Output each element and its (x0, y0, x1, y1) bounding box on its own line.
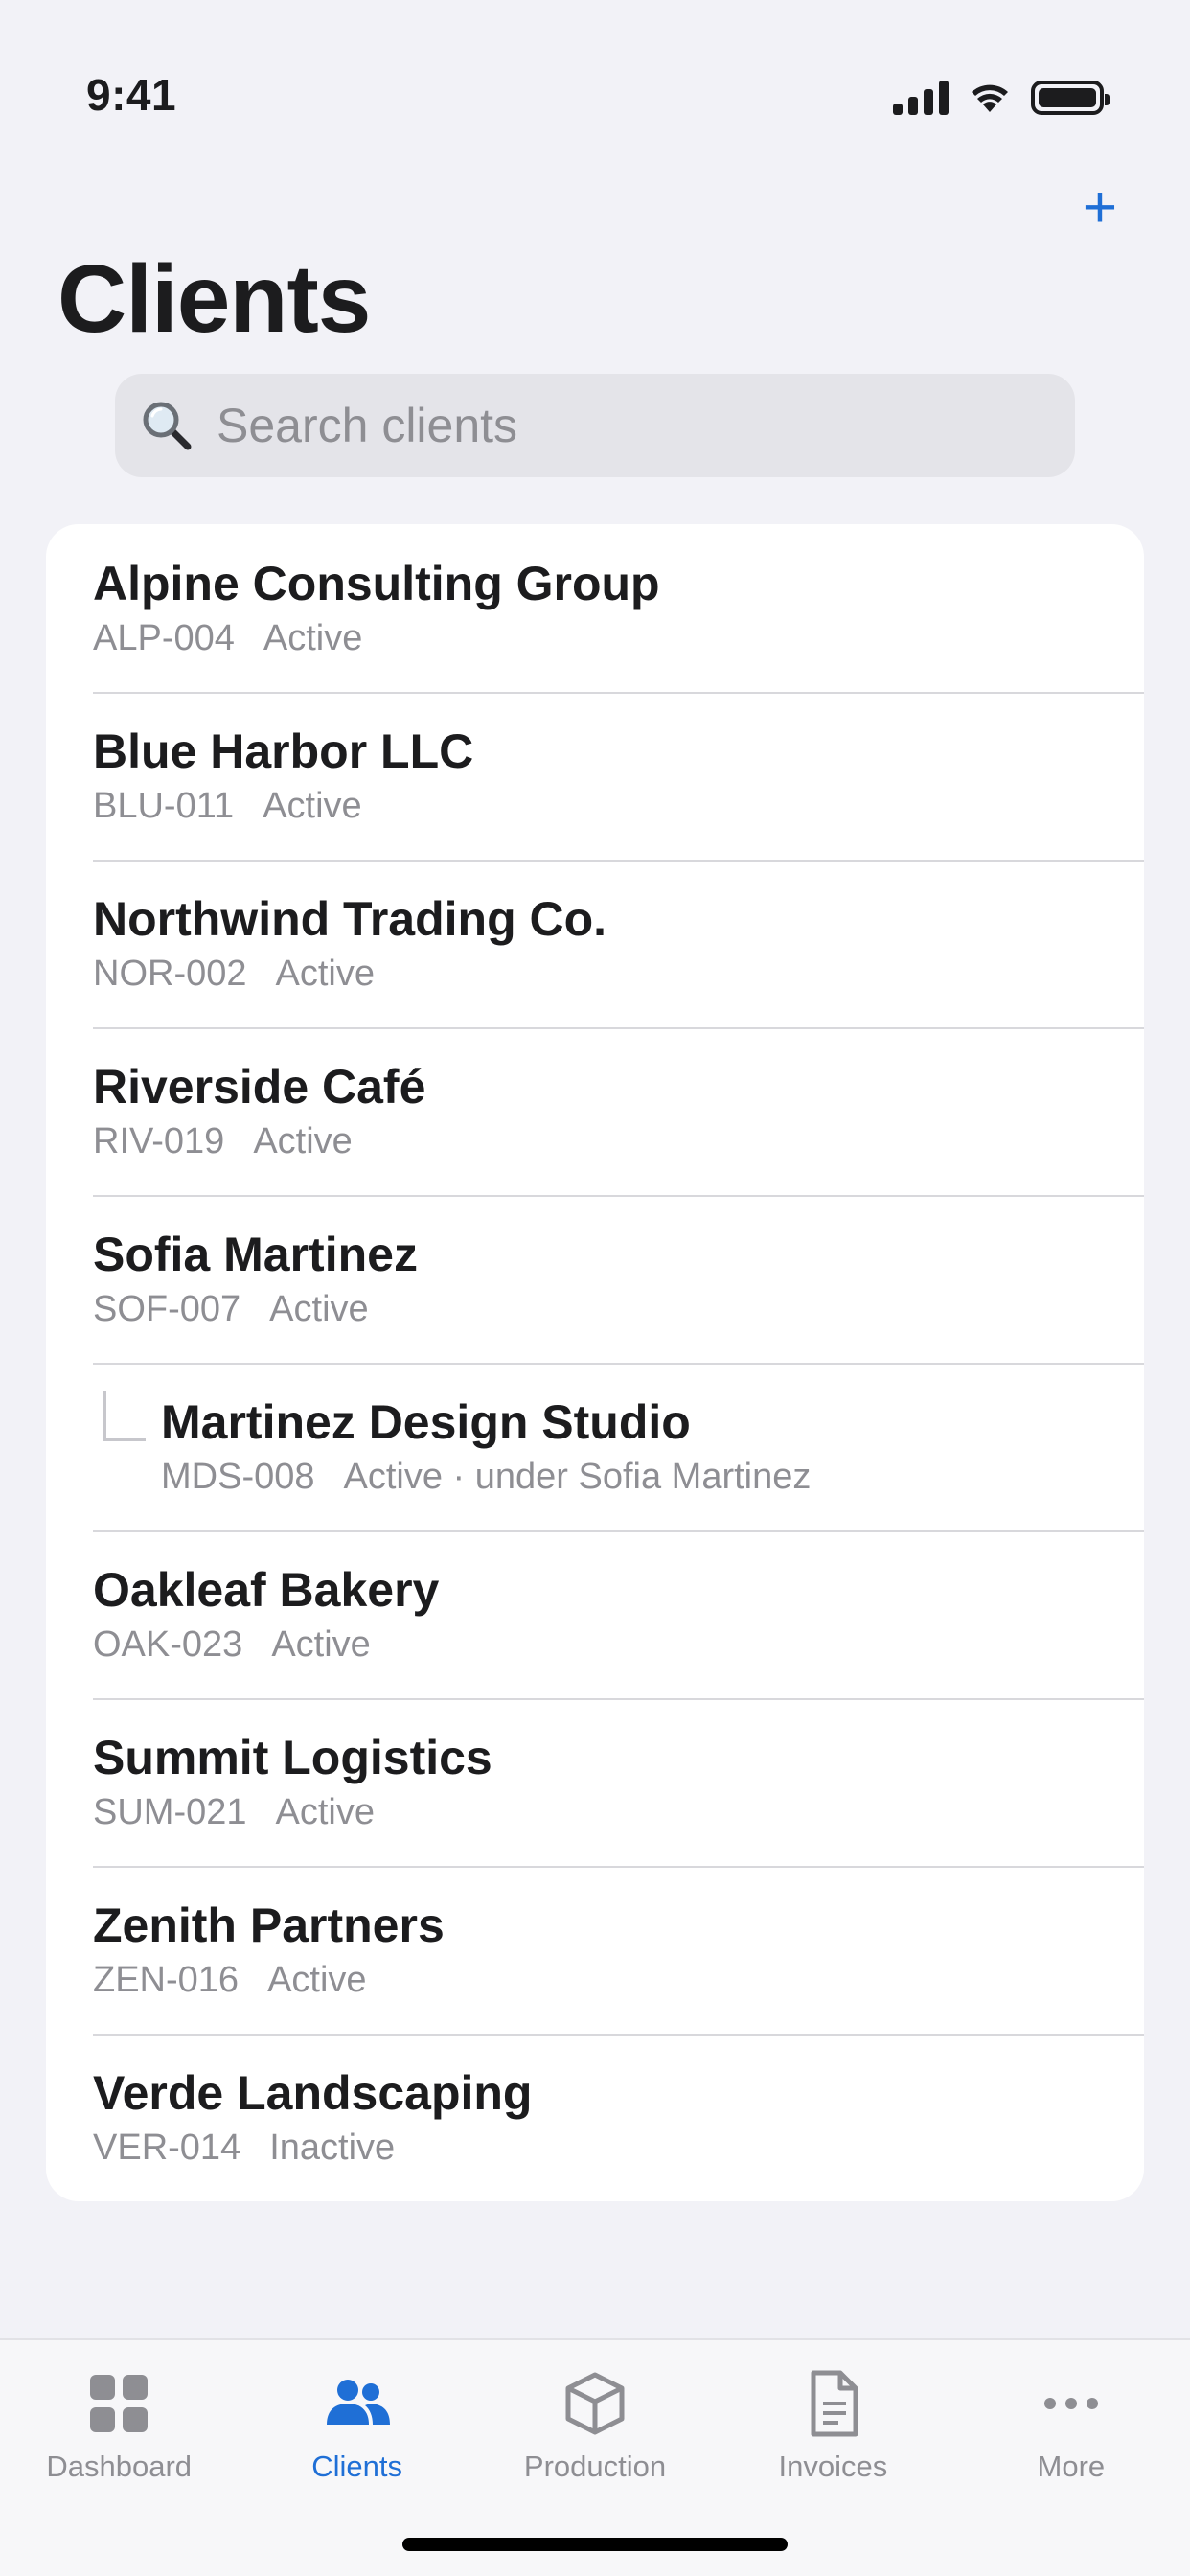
tab-label: Production (523, 2450, 667, 2483)
client-row[interactable]: Verde Landscaping VER-014 Inactive (46, 2034, 1144, 2201)
client-name: Zenith Partners (93, 1898, 445, 1952)
tab-dashboard[interactable]: Dashboard (0, 2340, 238, 2576)
client-status: Active (275, 953, 375, 994)
grid-icon (90, 2375, 149, 2432)
wifi-icon (972, 84, 1008, 112)
cellular-signal-icon (893, 80, 949, 115)
client-code: VER-014 (93, 2127, 241, 2168)
client-name: Verde Landscaping (93, 2065, 533, 2120)
client-meta: SUM-021 Active (93, 1788, 1144, 1836)
client-name: Summit Logistics (93, 1730, 492, 1784)
client-name: Martinez Design Studio (161, 1394, 691, 1449)
client-code: OAK-023 (93, 1623, 243, 1665)
page-title: Clients (57, 245, 371, 353)
client-status: Active (269, 1288, 369, 1329)
client-meta: BLU-011 Active (93, 782, 1144, 830)
add-client-button[interactable]: + (1065, 172, 1134, 242)
tab-more[interactable]: More (952, 2340, 1190, 2576)
client-row[interactable]: Blue Harbor LLC BLU-011 Active (46, 692, 1144, 860)
client-code: ZEN-016 (93, 1959, 240, 2000)
client-row[interactable]: Summit Logistics SUM-021 Active (46, 1698, 1144, 1866)
client-status: Active (253, 1120, 353, 1162)
client-meta: ZEN-016 Active (93, 1956, 1144, 2004)
client-meta: RIV-019 Active (93, 1117, 1144, 1165)
client-status: Inactive (269, 2127, 396, 2168)
client-name: Blue Harbor LLC (93, 724, 474, 778)
tab-label: More (1037, 2450, 1106, 2483)
clients-screen: 9:41 + Clients Alpine Consulting Group A… (0, 0, 1190, 2576)
client-name: Oakleaf Bakery (93, 1562, 440, 1617)
client-code: ALP-004 (93, 617, 235, 658)
search-input[interactable] (217, 398, 1002, 453)
client-code: MDS-008 (161, 1456, 315, 1497)
status-time: 9:41 (86, 70, 177, 120)
client-row[interactable]: Northwind Trading Co. NOR-002 Active (46, 860, 1144, 1027)
battery-icon (1031, 80, 1110, 115)
client-status: Active (263, 785, 362, 826)
tab-label: Dashboard (46, 2450, 193, 2483)
hierarchy-connector-icon (103, 1392, 146, 1441)
client-row[interactable]: Alpine Consulting Group ALP-004 Active (46, 524, 1144, 692)
child-client-row[interactable]: Martinez Design Studio MDS-008 Active · u… (46, 1363, 1144, 1530)
status-icons (893, 80, 1110, 115)
client-code: RIV-019 (93, 1120, 225, 1162)
client-name: Alpine Consulting Group (93, 556, 660, 610)
client-row[interactable]: Riverside Café RIV-019 Active (46, 1027, 1144, 1195)
client-status: Active (267, 1959, 367, 2000)
client-code: SOF-007 (93, 1288, 241, 1329)
client-code: NOR-002 (93, 953, 247, 994)
client-code: SUM-021 (93, 1791, 247, 1832)
tab-label: Clients (311, 2450, 402, 2483)
client-meta: MDS-008 Active · under Sofia Martinez (161, 1453, 1144, 1501)
client-status: Active (271, 1623, 371, 1665)
client-status: Active (263, 617, 363, 658)
client-status: Active (275, 1791, 375, 1832)
document-icon (811, 2370, 858, 2437)
client-name: Northwind Trading Co. (93, 891, 607, 946)
search-icon (143, 402, 192, 450)
client-code: BLU-011 (93, 785, 235, 826)
client-meta: NOR-002 Active (93, 950, 1144, 998)
people-icon (326, 2380, 390, 2425)
tab-label: Invoices (778, 2450, 888, 2483)
clients-list: Alpine Consulting Group ALP-004 Active Bl… (46, 524, 1144, 2201)
client-row[interactable]: Oakleaf Bakery OAK-023 Active (46, 1530, 1144, 1698)
client-row[interactable]: Sofia Martinez SOF-007 Active (46, 1195, 1144, 1363)
search-bar[interactable] (115, 374, 1075, 477)
box-icon (565, 2372, 625, 2435)
home-indicator[interactable] (402, 2538, 788, 2551)
client-meta: OAK-023 Active (93, 1621, 1144, 1668)
client-name: Riverside Café (93, 1059, 426, 1114)
client-status: Active · under Sofia Martinez (343, 1456, 812, 1497)
client-name: Sofia Martinez (93, 1227, 418, 1281)
client-meta: ALP-004 Active (93, 614, 1144, 662)
client-meta: SOF-007 Active (93, 1285, 1144, 1333)
client-row[interactable]: Zenith Partners ZEN-016 Active (46, 1866, 1144, 2034)
ellipsis-icon (1043, 2398, 1098, 2409)
client-meta: VER-014 Inactive (93, 2124, 1144, 2172)
